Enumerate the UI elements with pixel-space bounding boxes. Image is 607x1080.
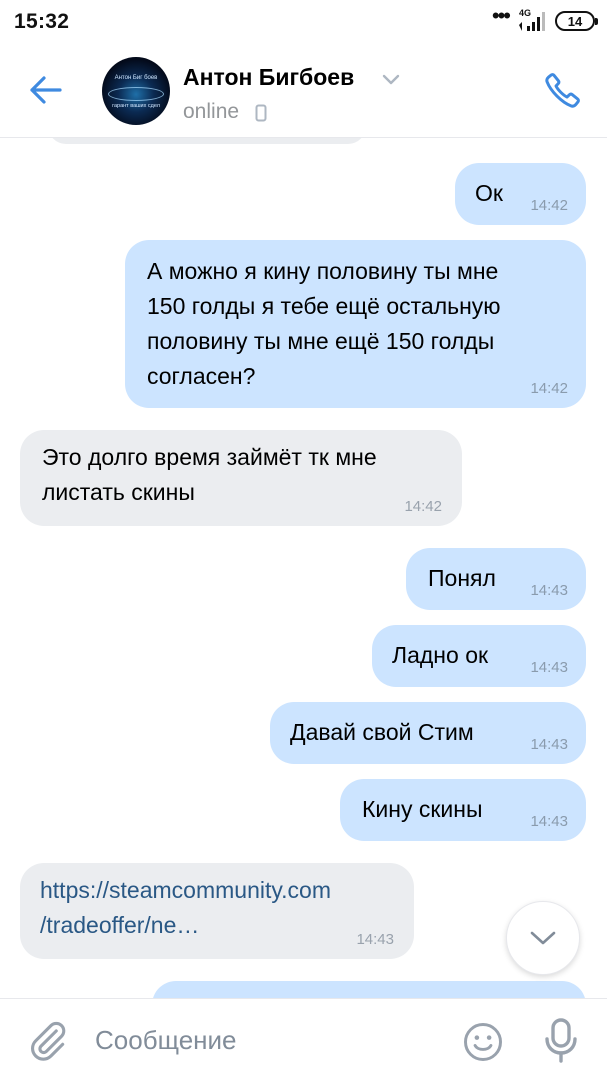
message-time: 14:43 <box>530 659 568 676</box>
message-bubble-incoming-link[interactable]: https://steamcommunity.com /tradeoffer/n… <box>20 863 414 959</box>
message-text: Понял <box>428 565 496 591</box>
chat-screen: 15:32 ••• 4G 14 Антон Биг боев гарант ва… <box>0 0 607 1080</box>
message-text-line: Это долго время займёт тк мне <box>42 444 377 470</box>
message-text-line: листать скины <box>42 479 195 505</box>
back-arrow-icon <box>30 76 62 104</box>
message-text-line: А можно я кину половину ты мне <box>147 258 499 284</box>
call-button[interactable] <box>539 66 587 114</box>
message-time: 14:43 <box>356 931 394 948</box>
back-button[interactable] <box>22 66 70 114</box>
voice-message-button[interactable] <box>541 1017 581 1065</box>
message-text-line: согласен? <box>147 363 256 389</box>
message-bubble-outgoing[interactable]: Ладно ок 14:43 <box>372 625 586 687</box>
signal-icon: 4G <box>517 8 547 33</box>
message-bubble-outgoing[interactable]: А можно я кину половину ты мне 150 голды… <box>125 240 586 408</box>
message-time: 14:42 <box>530 197 568 214</box>
message-text: Давай свой Стим <box>290 719 474 745</box>
smile-icon <box>464 1023 502 1061</box>
mobile-device-icon <box>255 104 267 122</box>
message-bubble-incoming[interactable]: Это долго время займёт тк мне листать ск… <box>20 430 462 526</box>
paperclip-icon <box>31 1021 66 1061</box>
message-bubble-outgoing[interactable]: Кину скины 14:43 <box>340 779 586 841</box>
message-time: 14:43 <box>530 582 568 599</box>
message-text-line: 150 голды я тебе ещё остальную <box>147 293 501 319</box>
chevron-down-icon[interactable] <box>382 74 400 86</box>
attach-button[interactable] <box>26 1019 70 1063</box>
message-time: 14:43 <box>530 813 568 830</box>
status-time: 15:32 <box>14 10 70 33</box>
status-bar: 15:32 ••• 4G 14 <box>0 0 607 44</box>
message-bubble-partial <box>152 981 586 998</box>
message-time: 14:43 <box>530 736 568 753</box>
message-bubble-outgoing[interactable]: Давай свой Стим 14:43 <box>270 702 586 764</box>
microphone-icon <box>545 1018 577 1063</box>
chat-header: Антон Биг боев гарант ваших сдел Антон Б… <box>0 44 607 138</box>
message-text: Ладно ок <box>392 642 489 668</box>
contact-name[interactable]: Антон Бигбоев <box>183 64 354 91</box>
message-text: Ок <box>475 180 503 206</box>
message-bubble-outgoing[interactable]: Ок 14:42 <box>455 163 586 225</box>
avatar-text-bottom: гарант ваших сдел <box>112 103 160 109</box>
message-list[interactable]: Ок 14:42 А можно я кину половину ты мне … <box>0 138 607 998</box>
message-link[interactable]: https://steamcommunity.com <box>40 873 331 908</box>
message-bubble-partial <box>48 138 366 144</box>
contact-status: online <box>183 100 240 123</box>
chevron-down-icon <box>530 931 556 945</box>
message-time: 14:42 <box>530 380 568 397</box>
avatar[interactable]: Антон Биг боев гарант ваших сдел <box>102 57 170 125</box>
battery-icon: 14 <box>555 11 598 31</box>
message-text: Кину скины <box>362 796 483 822</box>
status-icons: ••• 4G 14 <box>491 3 598 34</box>
scroll-down-button[interactable] <box>506 901 580 975</box>
avatar-text-top: Антон Биг боев <box>114 75 158 81</box>
message-time: 14:42 <box>404 498 442 515</box>
more-dots-icon: ••• <box>491 3 511 28</box>
message-link[interactable]: /tradeoffer/ne… <box>40 908 331 943</box>
message-text-line: половину ты мне ещё 150 голды <box>147 328 495 354</box>
message-input[interactable] <box>95 1017 435 1063</box>
message-composer <box>0 998 607 1080</box>
emoji-button[interactable] <box>462 1021 504 1063</box>
phone-icon <box>545 73 580 108</box>
battery-level: 14 <box>567 13 583 29</box>
message-bubble-outgoing[interactable]: Понял 14:43 <box>406 548 586 610</box>
